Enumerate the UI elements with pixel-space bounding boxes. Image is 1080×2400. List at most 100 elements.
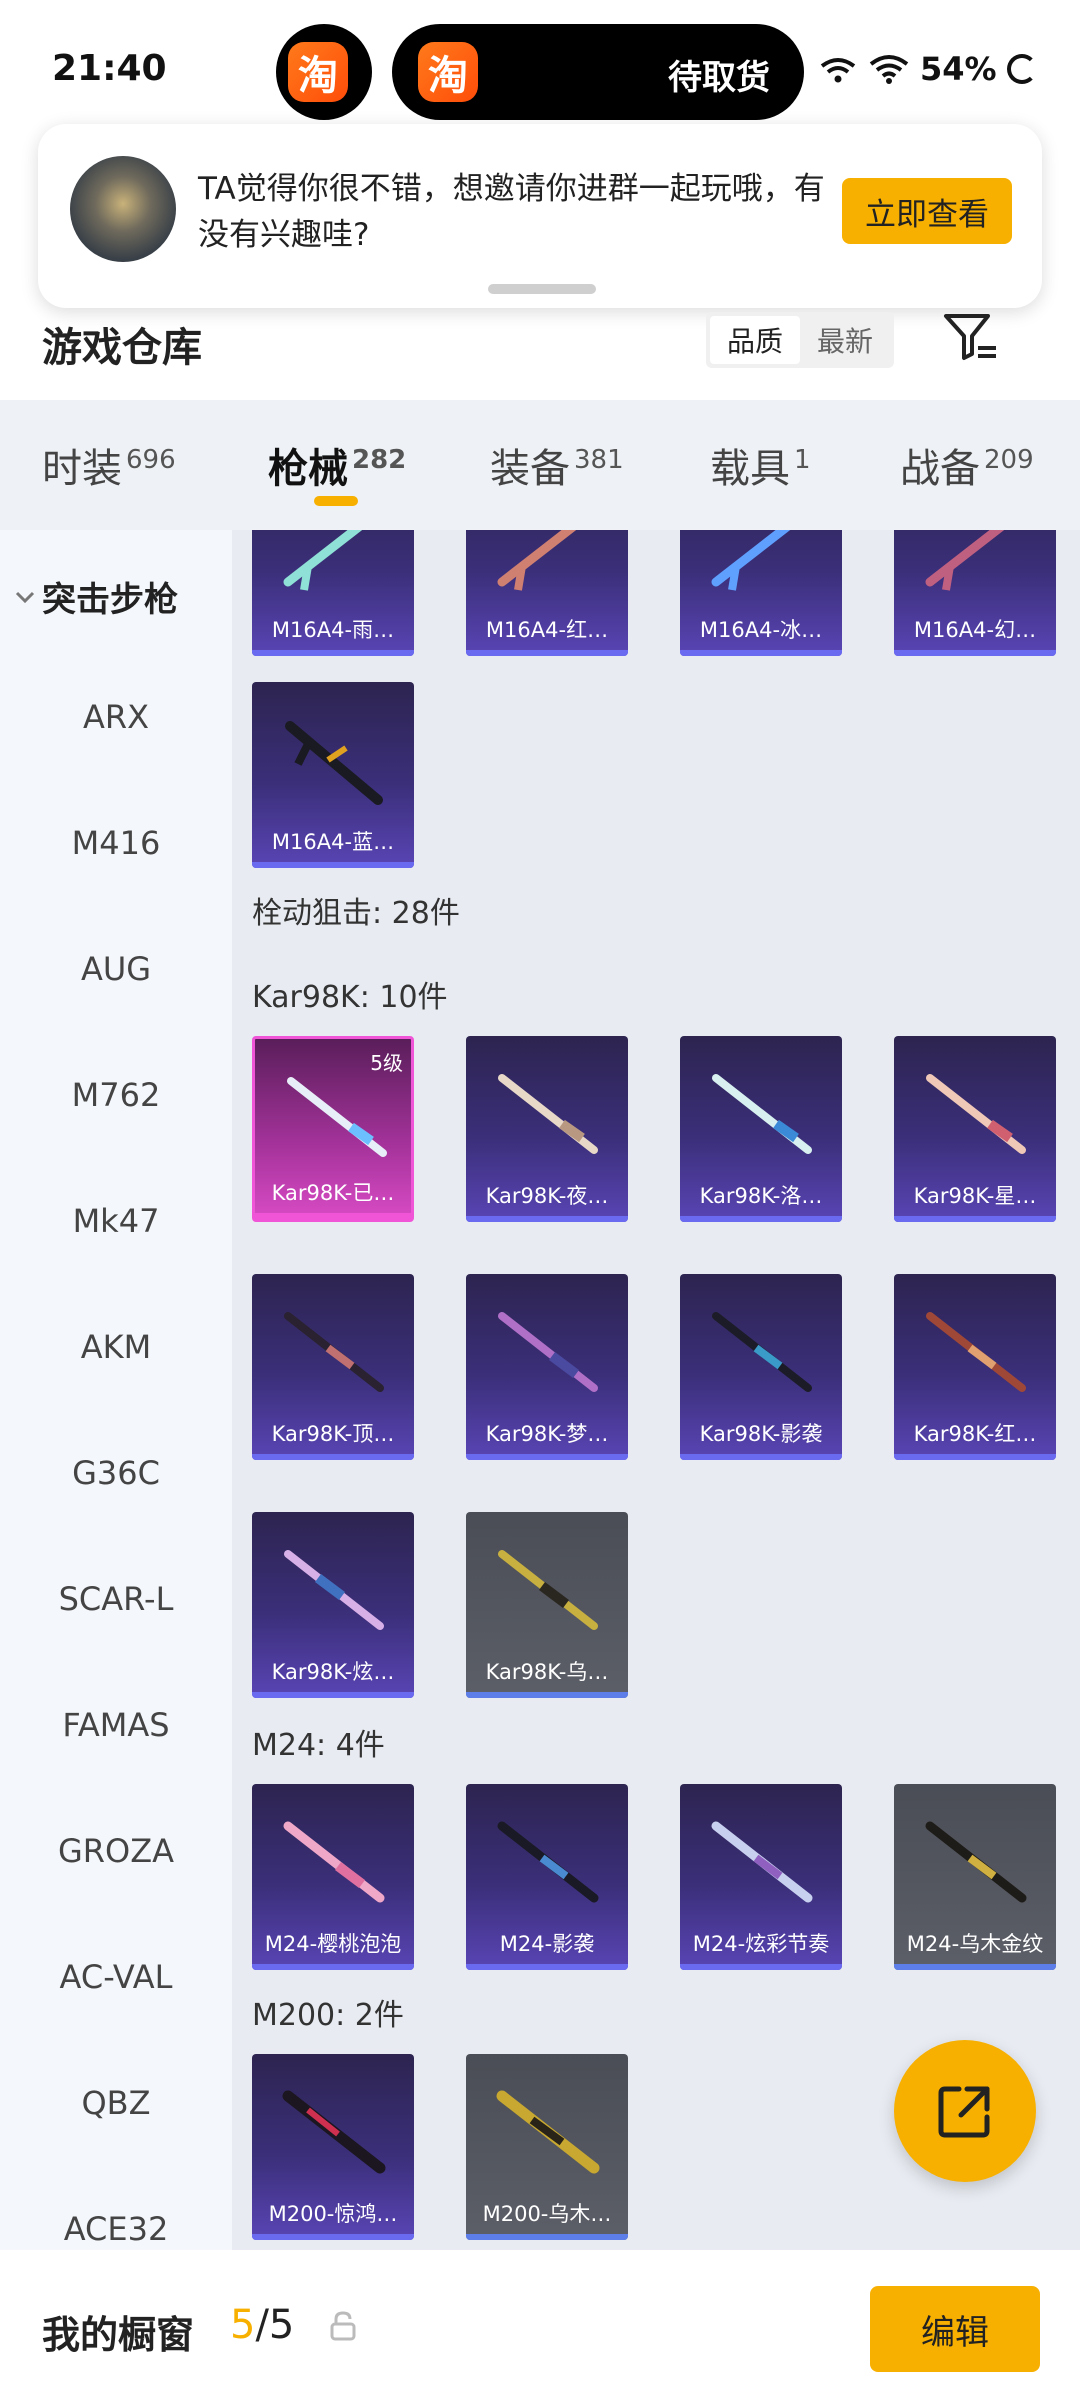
sniper-rifle-icon xyxy=(284,1550,384,1630)
sort-toggle[interactable]: 品质 最新 xyxy=(706,312,894,368)
weapon-card-name: M24-炫彩节奏 xyxy=(692,1932,830,1956)
sniper-rifle-icon xyxy=(498,1312,598,1392)
weapon-card[interactable]: Kar98K-梦… xyxy=(466,1274,628,1460)
weapon-card[interactable]: Kar98K-乌… xyxy=(466,1512,628,1698)
weapon-card[interactable]: M16A4-蓝… xyxy=(252,682,414,868)
group-invite-notification[interactable]: TA觉得你很不错，想邀请你进群一起玩哦，有没有兴趣哇? 立即查看 xyxy=(38,124,1042,308)
status-bar: 21:40 淘 淘 待取货 54% xyxy=(0,0,1080,140)
tab-vehicles[interactable]: 载具 1 xyxy=(710,436,811,494)
section-kar98k: Kar98K: 10件 xyxy=(252,980,448,1015)
weapon-card-name: M24-影袭 xyxy=(499,1932,595,1956)
weapon-card[interactable]: M16A4-幻… xyxy=(894,530,1056,656)
status-time: 21:40 xyxy=(52,48,167,89)
rarity-bar xyxy=(466,1454,628,1460)
sidebar-item-scar-l[interactable]: SCAR-L xyxy=(0,1580,232,1618)
view-now-button[interactable]: 立即查看 xyxy=(842,178,1012,244)
tab-combat-gear[interactable]: 战备 209 xyxy=(900,436,1034,494)
tab-label: 时装 xyxy=(42,446,122,492)
weapon-card[interactable]: M24-炫彩节奏 xyxy=(680,1784,842,1970)
weapon-card-name: M200-乌木… xyxy=(482,2202,612,2226)
share-fab-button[interactable] xyxy=(894,2040,1036,2182)
weapon-card[interactable]: M16A4-红… xyxy=(466,530,628,656)
weapon-card[interactable]: M16A4-雨… xyxy=(252,530,414,656)
lock-icon xyxy=(330,2311,356,2341)
rifle-icon xyxy=(283,530,363,591)
notification-handle[interactable] xyxy=(488,284,596,294)
weapon-card[interactable]: Kar98K-洛… xyxy=(680,1036,842,1222)
tab-count: 282 xyxy=(352,444,407,475)
rarity-bar xyxy=(252,1454,414,1460)
sort-quality-option[interactable]: 品质 xyxy=(710,316,800,364)
rarity-bar xyxy=(680,1964,842,1970)
sidebar-item-akm[interactable]: AKM xyxy=(0,1328,232,1366)
section-m24: M24: 4件 xyxy=(252,1728,385,1763)
sidebar-item-ac-val[interactable]: AC-VAL xyxy=(0,1958,232,1996)
filter-icon[interactable] xyxy=(942,310,1000,366)
section-m200: M200: 2件 xyxy=(252,1998,404,2033)
weapon-card[interactable]: M200-惊鸿… xyxy=(252,2054,414,2240)
weapon-card[interactable]: M24-乌木金纹 xyxy=(894,1784,1056,1970)
weapon-card[interactable]: Kar98K-顶… xyxy=(252,1274,414,1460)
rarity-bar xyxy=(252,2234,414,2240)
wifi-icon xyxy=(869,55,909,84)
rarity-bar xyxy=(255,1213,411,1219)
live-activity-text: 待取货 xyxy=(668,58,770,98)
weapon-card-name: Kar98K-梦… xyxy=(485,1422,609,1446)
weapon-card-name: M16A4-蓝… xyxy=(271,830,395,854)
rarity-bar xyxy=(894,1964,1056,1970)
tab-label: 枪械 xyxy=(268,446,348,492)
sidebar-item-famas[interactable]: FAMAS xyxy=(0,1706,232,1744)
weapon-card[interactable]: Kar98K-红… xyxy=(894,1274,1056,1460)
weapon-card[interactable]: M24-影袭 xyxy=(466,1784,628,1970)
weapon-card[interactable]: Kar98K-夜… xyxy=(466,1036,628,1222)
rifle-icon xyxy=(285,721,383,805)
tab-label: 战备 xyxy=(900,446,980,492)
weapon-card[interactable]: Kar98K-影袭 xyxy=(680,1274,842,1460)
weapon-card[interactable]: M24-樱桃泡泡 xyxy=(252,1784,414,1970)
weapon-card[interactable]: 5级 Kar98K-已… xyxy=(252,1036,414,1222)
weapon-card[interactable]: M16A4-冰… xyxy=(680,530,842,656)
tab-count: 696 xyxy=(126,444,176,475)
edit-showcase-button[interactable]: 编辑 xyxy=(870,2286,1040,2372)
sniper-rifle-icon xyxy=(283,1821,385,1903)
weapon-card[interactable]: Kar98K-星… xyxy=(894,1036,1056,1222)
sidebar-item-qbz[interactable]: QBZ xyxy=(0,2084,232,2122)
weapon-skin-grid: M16A4-雨… M16A4-红… M16A4-冰… M16A4-幻… M16A… xyxy=(232,530,1080,2250)
tab-equipment[interactable]: 装备 381 xyxy=(490,436,624,494)
rarity-bar xyxy=(466,1216,628,1222)
signal-icon xyxy=(820,58,856,83)
sidebar-item-g36c[interactable]: G36C xyxy=(0,1454,232,1492)
sort-newest-option[interactable]: 最新 xyxy=(800,316,890,364)
tab-label: 载具 xyxy=(710,446,790,492)
tab-fashion[interactable]: 时装 696 xyxy=(42,436,176,494)
sniper-rifle-icon xyxy=(926,1074,1026,1154)
showcase-title: 我的橱窗 xyxy=(42,2313,195,2357)
sidebar-item-arx[interactable]: ARX xyxy=(0,698,232,736)
sidebar-item-mk47[interactable]: Mk47 xyxy=(0,1202,232,1240)
weapon-card-name: M16A4-冰… xyxy=(699,618,823,642)
rarity-bar xyxy=(894,650,1056,656)
weapon-card[interactable]: M200-乌木… xyxy=(466,2054,628,2240)
sidebar-category-assault-rifle[interactable]: 突击步枪 xyxy=(14,572,178,621)
tab-weapons[interactable]: 枪械 282 xyxy=(268,436,406,494)
sidebar-item-groza[interactable]: GROZA xyxy=(0,1832,232,1870)
rarity-bar xyxy=(466,650,628,656)
sniper-rifle-icon xyxy=(711,1821,813,1903)
sidebar-item-ace32[interactable]: ACE32 xyxy=(0,2210,232,2248)
notification-avatar xyxy=(70,156,176,262)
sniper-rifle-icon xyxy=(284,1312,384,1392)
weapon-card-name: M16A4-红… xyxy=(485,618,609,642)
rarity-bar xyxy=(680,1216,842,1222)
weapon-card[interactable]: Kar98K-炫… xyxy=(252,1512,414,1698)
chevron-down-icon xyxy=(15,591,35,603)
rarity-bar xyxy=(466,1964,628,1970)
sidebar-item-m762[interactable]: M762 xyxy=(0,1076,232,1114)
sidebar-item-aug[interactable]: AUG xyxy=(0,950,232,988)
category-tabbar: 时装 696 枪械 282 装备 381 载具 1 战备 209 xyxy=(0,400,1080,530)
battery-percent: 54% xyxy=(920,50,997,88)
rarity-bar xyxy=(466,2234,628,2240)
weapon-card-name: Kar98K-影袭 xyxy=(699,1422,823,1446)
rarity-bar xyxy=(680,650,842,656)
showcase-count: 5/5 xyxy=(230,2302,294,2348)
sidebar-item-m416[interactable]: M416 xyxy=(0,824,232,862)
